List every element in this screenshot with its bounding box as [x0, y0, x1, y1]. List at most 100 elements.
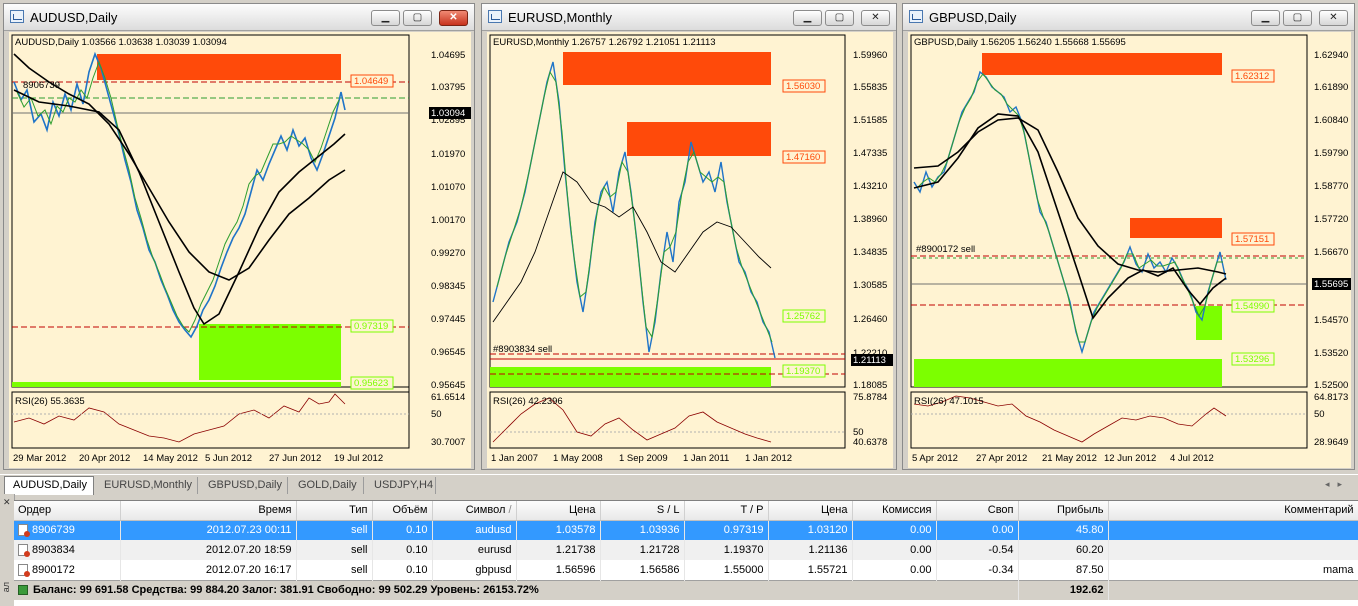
- total-profit: 192.62: [1018, 579, 1109, 600]
- svg-text:1.57720: 1.57720: [1314, 214, 1348, 225]
- support-zone: [1196, 306, 1222, 340]
- svg-text:50: 50: [431, 409, 442, 420]
- column-header-current-price[interactable]: Цена: [768, 501, 853, 521]
- svg-text:1.54570: 1.54570: [1314, 315, 1348, 326]
- svg-text:61.6514: 61.6514: [431, 392, 465, 403]
- tab-usdjpy[interactable]: USDJPY,H4: [366, 477, 436, 494]
- chart-header: GBPUSD,Daily 1.56205 1.56240 1.55668 1.5…: [914, 37, 1126, 48]
- resistance-zone: [97, 54, 341, 80]
- close-button[interactable]: ✕: [439, 10, 468, 26]
- tab-eurusd[interactable]: EURUSD,Monthly: [96, 477, 198, 494]
- svg-text:12 Jun 2012: 12 Jun 2012: [1104, 453, 1156, 464]
- table-row[interactable]: 8900172 2012.07.20 16:17 sell 0.10 gbpus…: [14, 560, 1358, 580]
- svg-text:1.60840: 1.60840: [1314, 115, 1348, 126]
- svg-text:20 Apr 2012: 20 Apr 2012: [79, 453, 130, 464]
- resistance-zone: [563, 52, 771, 85]
- chart-window-gbpusd[interactable]: GBPUSD,Daily ▁ ▢ ✕ GBPUSD,Daily 1.56205 …: [902, 3, 1355, 470]
- chart-window-eurusd[interactable]: EURUSD,Monthly ▁ ▢ ✕ EURUSD,Monthly 1.26…: [481, 3, 897, 470]
- price-chart-audusd[interactable]: AUDUSD,Daily 1.03566 1.03638 1.03039 1.0…: [9, 32, 471, 468]
- svg-text:1.51585: 1.51585: [853, 115, 887, 126]
- svg-text:1.01070: 1.01070: [431, 182, 465, 193]
- column-header-profit[interactable]: Прибыль: [1018, 501, 1109, 521]
- svg-text:1.53520: 1.53520: [1314, 348, 1348, 359]
- chart-window-icon: [909, 10, 923, 23]
- column-header-time[interactable]: Время: [120, 501, 297, 521]
- svg-text:1.26460: 1.26460: [853, 314, 887, 325]
- terminal-side-label: ал: [1, 582, 11, 593]
- chart-header: EURUSD,Monthly 1.26757 1.26792 1.21051 1…: [493, 37, 716, 48]
- svg-text:1.61890: 1.61890: [1314, 82, 1348, 93]
- window-title: EURUSD,Monthly: [508, 10, 613, 25]
- column-header-comment[interactable]: Комментарий: [1108, 501, 1358, 521]
- maximize-button[interactable]: ▢: [403, 10, 432, 26]
- chart-tabs: AUDUSD,Daily EURUSD,Monthly GBPUSD,Daily…: [0, 474, 1358, 495]
- current-price-tag: 1.03094: [431, 108, 465, 119]
- rsi-label: RSI(26) 42.2396: [493, 396, 563, 407]
- svg-text:1.56670: 1.56670: [1314, 247, 1348, 258]
- svg-text:1.04695: 1.04695: [431, 50, 465, 61]
- order-label: #8903834 sell: [493, 344, 552, 355]
- terminal-side-panel: ✕ ал: [0, 494, 15, 605]
- column-header-sl[interactable]: S / L: [600, 501, 685, 521]
- table-header: Ордер Время Тип Объём Символ / Цена S / …: [14, 501, 1358, 521]
- window-titlebar[interactable]: GBPUSD,Daily ▁ ▢ ✕: [903, 4, 1354, 31]
- tab-audusd[interactable]: AUDUSD,Daily: [4, 476, 94, 495]
- support-zone: [490, 367, 771, 387]
- maximize-button[interactable]: ▢: [1283, 10, 1312, 26]
- svg-text:1.01970: 1.01970: [431, 149, 465, 160]
- svg-text:1.34835: 1.34835: [853, 247, 887, 258]
- svg-text:1.59960: 1.59960: [853, 50, 887, 61]
- tab-scroll-arrows[interactable]: ◂▸: [1325, 479, 1350, 490]
- svg-text:4 Jul 2012: 4 Jul 2012: [1170, 453, 1214, 464]
- svg-text:1.52500: 1.52500: [1314, 380, 1348, 391]
- chart-window-icon: [488, 10, 502, 23]
- svg-text:64.8173: 64.8173: [1314, 392, 1348, 403]
- svg-text:5 Apr 2012: 5 Apr 2012: [912, 453, 958, 464]
- rsi-label: RSI(26) 47.1015: [914, 396, 984, 407]
- close-button[interactable]: ✕: [1319, 10, 1348, 26]
- zone-label: 1.47160: [786, 152, 820, 163]
- svg-text:1.59790: 1.59790: [1314, 148, 1348, 159]
- tab-gold[interactable]: GOLD,Daily: [290, 477, 364, 494]
- price-chart-gbpusd[interactable]: GBPUSD,Daily 1.56205 1.56240 1.55668 1.5…: [908, 32, 1351, 468]
- chart-window-audusd[interactable]: AUDUSD,Daily ▁ ▢ ✕ AUDUSD,Daily 1.03566 …: [3, 3, 475, 470]
- resistance-zone: [627, 122, 771, 156]
- minimize-button[interactable]: ▁: [1251, 10, 1280, 26]
- svg-text:1 May 2008: 1 May 2008: [553, 453, 603, 464]
- svg-text:0.97445: 0.97445: [431, 314, 465, 325]
- svg-text:19 Jul 2012: 19 Jul 2012: [334, 453, 383, 464]
- tab-gbpusd[interactable]: GBPUSD,Daily: [200, 477, 288, 494]
- svg-text:1.47335: 1.47335: [853, 148, 887, 159]
- price-chart-eurusd[interactable]: EURUSD,Monthly 1.26757 1.26792 1.21051 1…: [487, 32, 893, 468]
- svg-text:27 Jun 2012: 27 Jun 2012: [269, 453, 321, 464]
- order-label: #8900172 sell: [916, 244, 975, 255]
- table-row[interactable]: 8903834 2012.07.20 18:59 sell 0.10 eurus…: [14, 540, 1358, 560]
- support-zone: [914, 359, 1222, 387]
- order-icon: [18, 544, 30, 558]
- column-header-order[interactable]: Ордер: [14, 501, 121, 521]
- column-header-swap[interactable]: Своп: [936, 501, 1019, 521]
- sort-indicator: /: [508, 504, 512, 517]
- column-header-price[interactable]: Цена: [516, 501, 601, 521]
- window-titlebar[interactable]: AUDUSD,Daily ▁ ▢ ✕: [4, 4, 474, 31]
- chart-window-icon: [10, 10, 24, 23]
- minimize-button[interactable]: ▁: [371, 10, 400, 26]
- maximize-button[interactable]: ▢: [825, 10, 854, 26]
- svg-text:50: 50: [1314, 409, 1325, 420]
- current-price-tag: 1.21113: [853, 355, 886, 366]
- window-titlebar[interactable]: EURUSD,Monthly ▁ ▢ ✕: [482, 4, 896, 31]
- column-header-type[interactable]: Тип: [296, 501, 373, 521]
- svg-text:1.58770: 1.58770: [1314, 181, 1348, 192]
- svg-text:1.38960: 1.38960: [853, 214, 887, 225]
- column-header-volume[interactable]: Объём: [372, 501, 433, 521]
- close-button[interactable]: ✕: [861, 10, 890, 26]
- table-row[interactable]: 8906739 2012.07.23 00:11 sell 0.10 audus…: [14, 520, 1358, 540]
- close-icon[interactable]: ✕: [3, 497, 11, 508]
- svg-text:75.8784: 75.8784: [853, 392, 887, 403]
- zone-label: 1.62312: [1235, 71, 1269, 82]
- minimize-button[interactable]: ▁: [793, 10, 822, 26]
- column-header-symbol[interactable]: Символ /: [432, 501, 517, 521]
- column-header-commission[interactable]: Комиссия: [852, 501, 937, 521]
- column-header-tp[interactable]: T / P: [684, 501, 769, 521]
- zone-label: 1.25762: [786, 311, 820, 322]
